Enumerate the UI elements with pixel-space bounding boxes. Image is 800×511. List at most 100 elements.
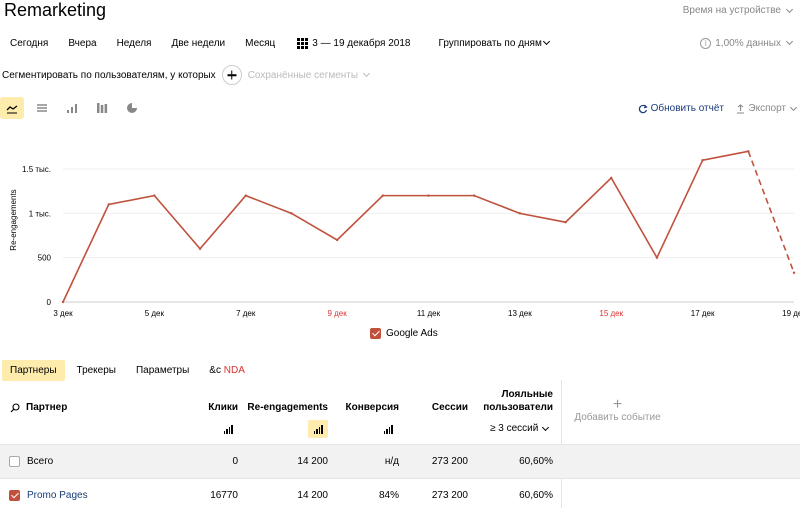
pie-chart-button[interactable] bbox=[120, 97, 144, 119]
tab-parameters[interactable]: Параметры bbox=[128, 360, 197, 381]
clicks-value: 0 bbox=[232, 456, 238, 467]
conversion-value: н/д bbox=[384, 456, 399, 467]
data-point bbox=[701, 158, 704, 162]
saved-segments-label: Сохранённые сегменты bbox=[247, 69, 359, 81]
col-conversion[interactable]: Конверсия bbox=[346, 402, 399, 413]
chevron-down-icon bbox=[785, 37, 794, 46]
tab-other-label: &c bbox=[209, 364, 221, 376]
x-tick-label: 19 дек bbox=[782, 309, 800, 318]
period-week[interactable]: Неделя bbox=[107, 38, 162, 49]
table-row: Promo Pages 16770 14 200 84% 273 200 60,… bbox=[0, 478, 800, 511]
data-point bbox=[427, 194, 430, 197]
row-checkbox[interactable] bbox=[9, 456, 20, 467]
bar-chart-button[interactable] bbox=[60, 97, 84, 119]
chevron-down-icon bbox=[363, 69, 371, 78]
data-point bbox=[747, 150, 750, 153]
col-sessions[interactable]: Сессии bbox=[432, 402, 468, 413]
tab-other[interactable]: &c NDA bbox=[201, 360, 253, 381]
tab-partners[interactable]: Партнеры bbox=[2, 359, 65, 381]
data-point bbox=[564, 221, 567, 224]
x-tick-label: 13 дек bbox=[508, 309, 532, 318]
x-tick-label: 5 дек bbox=[145, 309, 165, 318]
add-event-button[interactable]: + Добавить событие bbox=[565, 396, 670, 424]
saved-segments-select[interactable]: Сохранённые сегменты bbox=[247, 69, 371, 81]
x-tick-label: 11 дек bbox=[417, 309, 441, 318]
grouping-label: Группировать по дням bbox=[438, 37, 542, 49]
y-tick-label: 0 bbox=[47, 298, 52, 307]
period-yesterday[interactable]: Вчера bbox=[58, 38, 106, 49]
search-icon[interactable] bbox=[10, 403, 20, 413]
sampling-select[interactable]: i 1,00% данных bbox=[700, 37, 794, 49]
col-reengagements[interactable]: Re-engagements bbox=[247, 402, 328, 413]
stacked-bar-button[interactable] bbox=[90, 97, 114, 119]
col-partner[interactable]: Партнер bbox=[26, 402, 67, 413]
nda-badge: NDA bbox=[223, 364, 245, 376]
bar-chart-icon[interactable] bbox=[218, 420, 238, 438]
data-point bbox=[655, 256, 659, 259]
clicks-value: 16770 bbox=[210, 490, 238, 501]
bar-chart-icon bbox=[67, 104, 77, 113]
sessions-filter-label: ≥ 3 сессий bbox=[490, 423, 539, 434]
bar-chart-icon[interactable] bbox=[378, 420, 398, 438]
add-segment-button[interactable] bbox=[221, 65, 242, 85]
y-tick-label: 1 тыс. bbox=[29, 209, 51, 218]
legend-checkbox[interactable] bbox=[370, 328, 381, 339]
plus-icon: + bbox=[612, 396, 623, 413]
sampling-label: 1,00% данных bbox=[715, 37, 781, 49]
data-point bbox=[153, 194, 156, 197]
date-range-picker[interactable]: 3 — 19 декабря 2018 bbox=[297, 37, 411, 49]
date-range-label: 3 — 19 декабря 2018 bbox=[312, 37, 411, 49]
data-point bbox=[335, 238, 339, 242]
data-point bbox=[290, 212, 293, 215]
reengagements-value: 14 200 bbox=[297, 456, 328, 467]
data-point bbox=[518, 212, 522, 215]
period-month[interactable]: Месяц bbox=[235, 38, 285, 49]
grouping-select[interactable]: Группировать по дням bbox=[438, 37, 550, 49]
x-tick-label: 15 дек bbox=[599, 309, 623, 318]
col-clicks[interactable]: Клики bbox=[208, 402, 238, 413]
bar-chart-icon[interactable] bbox=[308, 420, 328, 438]
stacked-bar-icon bbox=[97, 103, 108, 113]
partners-table: Партнер Клики Re-engagements Конверсия С… bbox=[0, 380, 800, 511]
export-label: Экспорт bbox=[748, 103, 786, 114]
partner-name: Всего bbox=[27, 456, 54, 467]
page-title: Remarketing bbox=[4, 0, 107, 20]
export-button[interactable]: Экспорт bbox=[736, 103, 798, 114]
refresh-label: Обновить отчёт bbox=[650, 103, 724, 114]
segment-bar: Сегментировать по пользователям, у котор… bbox=[0, 64, 371, 86]
sessions-value: 273 200 bbox=[431, 490, 468, 501]
data-point bbox=[610, 176, 613, 180]
area-chart-button[interactable] bbox=[30, 97, 54, 119]
sessions-filter-select[interactable]: ≥ 3 сессий bbox=[490, 423, 550, 434]
series-line bbox=[62, 150, 749, 303]
refresh-icon bbox=[638, 104, 648, 113]
row-checkbox[interactable] bbox=[9, 490, 20, 501]
partner-link[interactable]: Promo Pages bbox=[27, 490, 88, 501]
conversion-value: 84% bbox=[378, 490, 399, 501]
data-point bbox=[381, 194, 385, 197]
reengagements-value: 14 200 bbox=[297, 490, 328, 501]
data-point bbox=[244, 194, 247, 197]
col-loyal-line1[interactable]: Лояльные bbox=[502, 389, 553, 400]
line-chart-button[interactable] bbox=[0, 97, 24, 119]
period-today[interactable]: Сегодня bbox=[0, 38, 58, 49]
x-tick-label: 9 дек bbox=[327, 309, 347, 318]
time-mode-label: Время на устройстве bbox=[682, 5, 781, 16]
chart-type-toolbar bbox=[0, 96, 150, 120]
data-point bbox=[472, 194, 476, 197]
add-event-label: Добавить событие bbox=[574, 412, 661, 423]
segment-label: Сегментировать по пользователям, у котор… bbox=[2, 69, 216, 81]
x-tick-label: 17 дек bbox=[691, 309, 715, 318]
period-two-weeks[interactable]: Две недели bbox=[161, 38, 235, 49]
col-loyal-line2[interactable]: пользователи bbox=[483, 402, 553, 413]
data-point bbox=[792, 271, 796, 274]
line-chart-icon bbox=[6, 105, 18, 114]
tab-trackers[interactable]: Трекеры bbox=[69, 360, 124, 381]
time-mode-select[interactable]: Время на устройстве bbox=[682, 5, 794, 16]
refresh-report-button[interactable]: Обновить отчёт bbox=[638, 103, 724, 114]
legend-label: Google Ads bbox=[386, 328, 438, 339]
x-tick-label: 7 дек bbox=[236, 309, 256, 318]
line-chart: 0 500 1 тыс. 1.5 тыс. 3 дек 5 дек 7 дек 9 дек 11… bbox=[0, 128, 800, 350]
sessions-value: 273 200 bbox=[431, 456, 468, 467]
calendar-icon bbox=[297, 37, 309, 49]
